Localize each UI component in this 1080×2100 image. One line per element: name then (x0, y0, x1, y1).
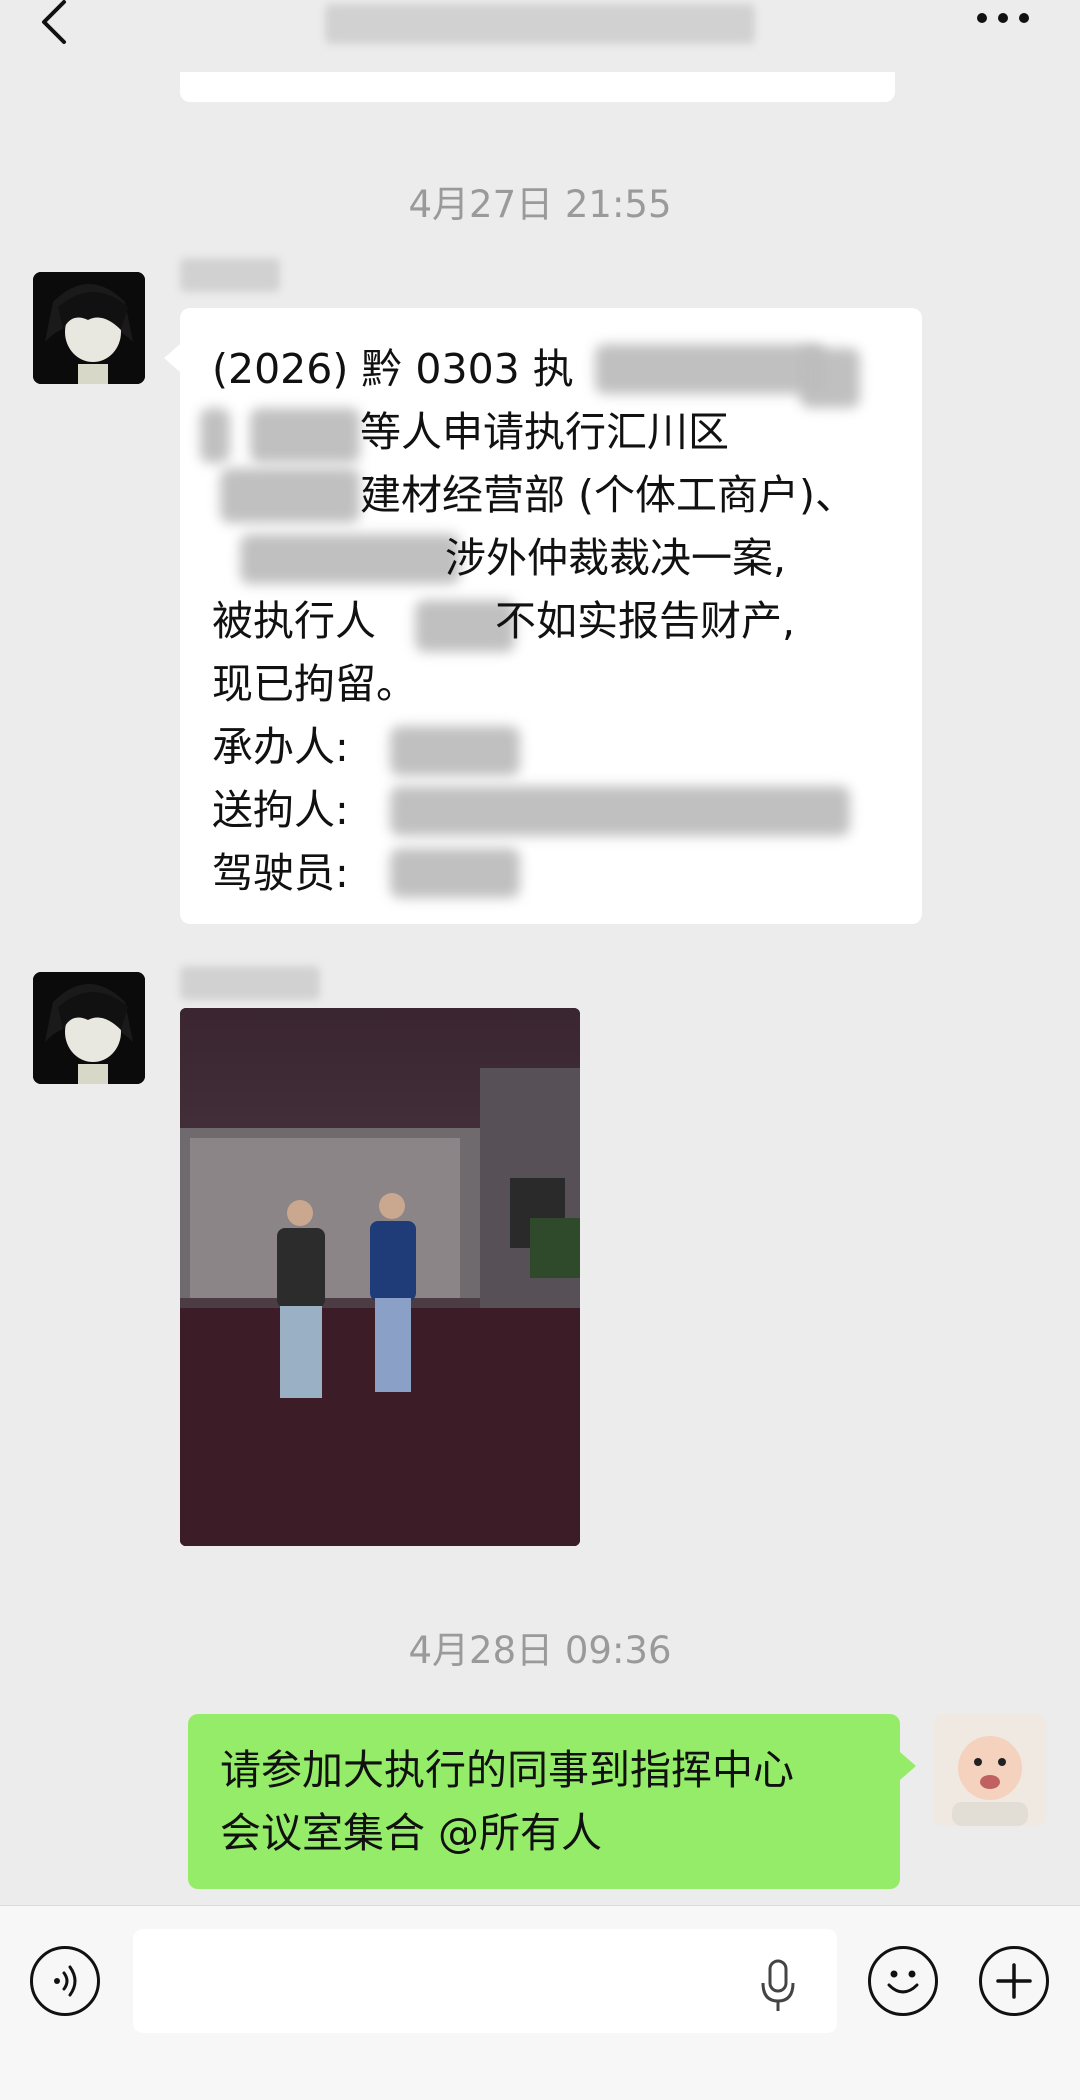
message-line: 驾驶员: (212, 849, 349, 897)
emoji-button[interactable] (868, 1946, 938, 2016)
chevron-left-icon (42, 0, 66, 44)
sender-name-redacted (180, 258, 280, 292)
microphone-button[interactable] (755, 1955, 801, 2015)
message-line: 不如实报告财产, (495, 597, 796, 645)
message-line: (2026) 黔 0303 执 (212, 345, 574, 393)
plus-button[interactable] (979, 1946, 1049, 2016)
emoji-icon (887, 1970, 919, 1994)
message-line: 被执行人 (212, 597, 376, 645)
back-button[interactable] (34, 0, 94, 54)
chat-title-redacted (325, 4, 755, 44)
message-line: 建材经营部 (个体工商户)、 (360, 471, 857, 519)
voice-icon (54, 1965, 77, 1997)
avatar-image (934, 1714, 1046, 1826)
message-line: 涉外仲裁裁决一案, (445, 534, 787, 582)
sender-avatar[interactable] (33, 272, 145, 384)
avatar-image (33, 972, 145, 1084)
message-timestamp: 4月27日 21:55 (408, 183, 672, 226)
avatar-image (33, 272, 145, 384)
image-message[interactable] (180, 1008, 580, 1546)
more-button[interactable] (968, 2, 1038, 42)
bubble-tail (900, 1752, 916, 1780)
sender-name-redacted (180, 966, 320, 1000)
message-line: 等人申请执行汇川区 (360, 408, 729, 456)
sender-avatar[interactable] (33, 972, 145, 1084)
message-line: 现已拘留。 (212, 660, 417, 708)
text-message-bubble[interactable]: (2026) 黔 0303 执 等人申请执行汇川区 建材经营部 (个体工商户)、… (180, 308, 922, 924)
message-line: 会议室集合 @所有人 (220, 1809, 603, 1857)
bubble-tail (164, 344, 180, 372)
message-line: 承办人: (212, 723, 349, 771)
ellipsis-icon (977, 13, 1029, 23)
previous-message-bubble (180, 72, 895, 102)
photo-image (180, 1008, 580, 1546)
voice-button[interactable] (30, 1946, 100, 2016)
message-line: 请参加大执行的同事到指挥中心 (220, 1746, 794, 1794)
plus-icon (996, 1963, 1032, 1999)
microphone-icon (761, 1959, 795, 2011)
message-line: 送拘人: (212, 786, 349, 834)
own-avatar[interactable] (934, 1714, 1046, 1826)
message-input[interactable] (133, 1929, 837, 2033)
own-text-message-bubble[interactable]: 请参加大执行的同事到指挥中心 会议室集合 @所有人 (188, 1714, 900, 1889)
message-timestamp: 4月28日 09:36 (408, 1629, 672, 1672)
